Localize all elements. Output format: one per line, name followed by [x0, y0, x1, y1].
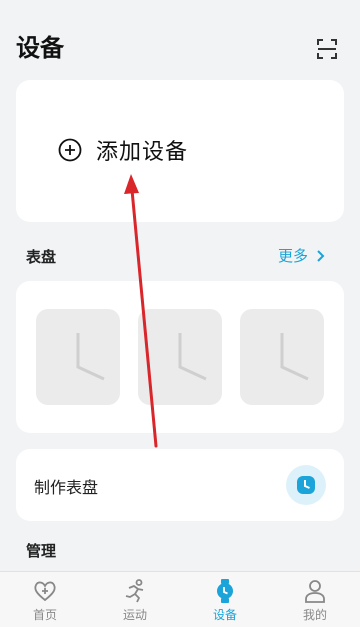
heart-plus-icon: [34, 581, 56, 602]
header: 设备: [0, 0, 360, 72]
clock-face-icon: [280, 333, 309, 381]
plus-circle-icon: [58, 138, 82, 162]
watch-face-list: [16, 281, 344, 433]
add-device-card[interactable]: 添加设备: [16, 80, 344, 222]
person-icon: [305, 580, 325, 603]
tab-mine[interactable]: 我的: [270, 578, 360, 626]
clock-face-icon: [76, 333, 105, 381]
scan-icon: [317, 39, 337, 59]
tab-home[interactable]: 首页: [0, 578, 90, 626]
watch-face-section-title: 表盘: [26, 248, 57, 266]
add-device-label: 添加设备: [96, 140, 189, 165]
more-watch-faces-link[interactable]: 更多: [278, 245, 328, 266]
add-device-row[interactable]: 添加设备: [58, 134, 188, 166]
tab-sport[interactable]: 运动: [90, 578, 180, 626]
manage-section-title: 管理: [26, 542, 57, 560]
scan-button[interactable]: [312, 34, 342, 64]
tab-device-label: 设备: [212, 608, 237, 622]
make-watch-face-card[interactable]: 制作表盘: [16, 449, 344, 521]
tab-home-label: 首页: [32, 608, 57, 622]
clock-icon: [297, 476, 315, 494]
tab-mine-label: 我的: [302, 608, 327, 622]
watch-face-item[interactable]: [138, 309, 222, 405]
tab-sport-label: 运动: [122, 608, 147, 622]
chevron-right-icon: [317, 249, 325, 262]
more-label: 更多: [278, 247, 309, 265]
page-title: 设备: [16, 34, 64, 62]
watch-face-item[interactable]: [36, 309, 120, 405]
make-watch-face-button[interactable]: [286, 465, 326, 505]
runner-icon: [125, 579, 144, 603]
watch-icon: [217, 579, 233, 603]
bottom-tab-bar: 首页 运动 设备 我的: [0, 571, 360, 627]
clock-face-icon: [178, 333, 207, 381]
tab-device[interactable]: 设备: [180, 578, 270, 626]
watch-face-item[interactable]: [240, 309, 324, 405]
make-watch-face-label: 制作表盘: [34, 478, 99, 497]
